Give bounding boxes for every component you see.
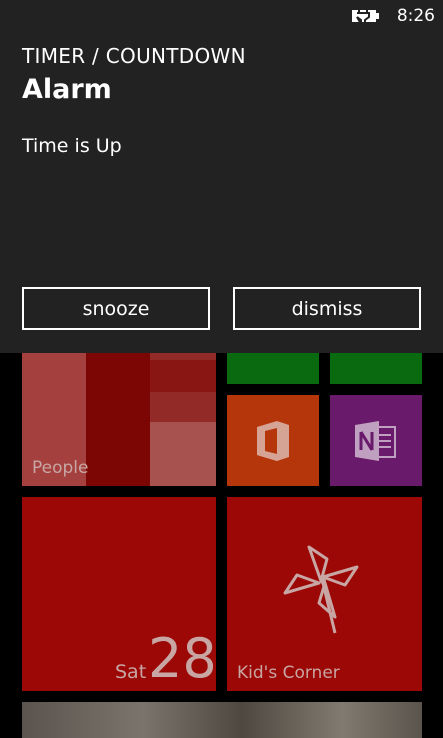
office-tile[interactable] (227, 395, 319, 486)
calendar-tile[interactable]: Sat 28 (22, 497, 216, 691)
notification-title: Alarm (22, 74, 112, 105)
people-photo-block (150, 422, 216, 486)
snooze-button[interactable]: snooze (22, 287, 210, 330)
notification-message: Time is Up (22, 135, 122, 157)
phone-screen: People Sat 28 Kid's Corner 8:26 TIMER / … (0, 0, 443, 738)
onenote-icon (355, 420, 396, 461)
notification-app-name: TIMER / COUNTDOWN (22, 44, 246, 68)
status-time: 8:26 (396, 6, 435, 26)
office-icon (257, 420, 289, 461)
people-tile[interactable]: People (22, 330, 216, 486)
status-bar: 8:26 (351, 4, 435, 28)
photo-tile[interactable] (22, 702, 422, 738)
alarm-notification: 8:26 TIMER / COUNTDOWN Alarm Time is Up … (0, 0, 443, 353)
people-tile-label: People (32, 458, 89, 478)
pinwheel-icon (283, 545, 359, 634)
kids-corner-label: Kid's Corner (237, 663, 340, 683)
calendar-day: Sat (115, 661, 147, 683)
calendar-date: 28 (148, 627, 216, 690)
people-photo-block (150, 360, 216, 392)
people-photo-block (86, 330, 150, 486)
dismiss-button[interactable]: dismiss (233, 287, 421, 330)
battery-charging-icon (351, 8, 379, 24)
onenote-tile[interactable] (330, 395, 422, 486)
kids-corner-tile[interactable]: Kid's Corner (227, 497, 422, 691)
